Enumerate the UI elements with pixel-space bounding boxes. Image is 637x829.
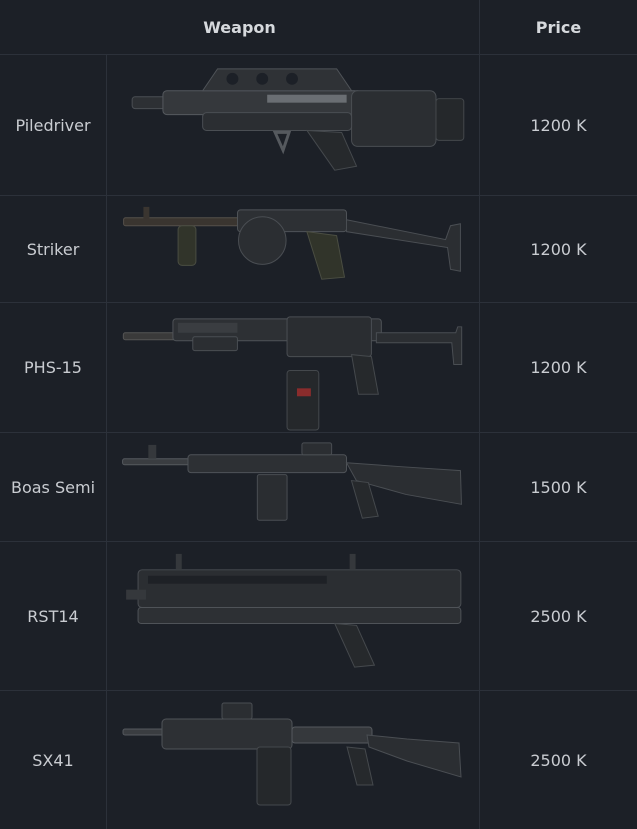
boas-semi-shotgun-image	[107, 433, 480, 541]
weapon-price: 2500 K	[530, 606, 587, 626]
weapon-name: Boas Semi	[0, 433, 107, 541]
table-row: Piledriver 1200 K	[0, 55, 637, 196]
table-header: Weapon Price	[0, 0, 637, 55]
weapon-price: 1200 K	[530, 358, 587, 377]
weapon-name: RST14	[0, 542, 107, 690]
table-row: Striker 1200 K	[0, 196, 637, 303]
striker-shotgun-image	[107, 196, 480, 302]
weapon-price: 1500 K	[530, 477, 587, 497]
table-row: RST14 2500 K	[0, 542, 637, 691]
weapon-price: 2500 K	[530, 750, 587, 770]
weapon-price-table: Weapon Price Piledriver 1200 K Striker 1…	[0, 0, 637, 829]
weapon-name: PHS-15	[0, 303, 107, 432]
sx41-shotgun-image	[107, 691, 480, 829]
piledriver-shotgun-image	[107, 55, 480, 195]
table-row: SX41 2500 K	[0, 691, 637, 829]
weapon-column-header: Weapon	[0, 0, 480, 54]
price-column-header: Price	[535, 17, 582, 37]
rst14-shotgun-image	[107, 542, 480, 690]
weapon-name: Striker	[0, 196, 107, 302]
weapon-name: SX41	[0, 691, 107, 829]
weapon-name: Piledriver	[0, 55, 107, 195]
phs15-shotgun-image	[107, 303, 480, 432]
table-row: Boas Semi 1500 K	[0, 433, 637, 542]
weapon-price: 1200 K	[530, 239, 587, 259]
table-row: PHS-15 1200 K	[0, 303, 637, 433]
weapon-price: 1200 K	[530, 115, 587, 135]
